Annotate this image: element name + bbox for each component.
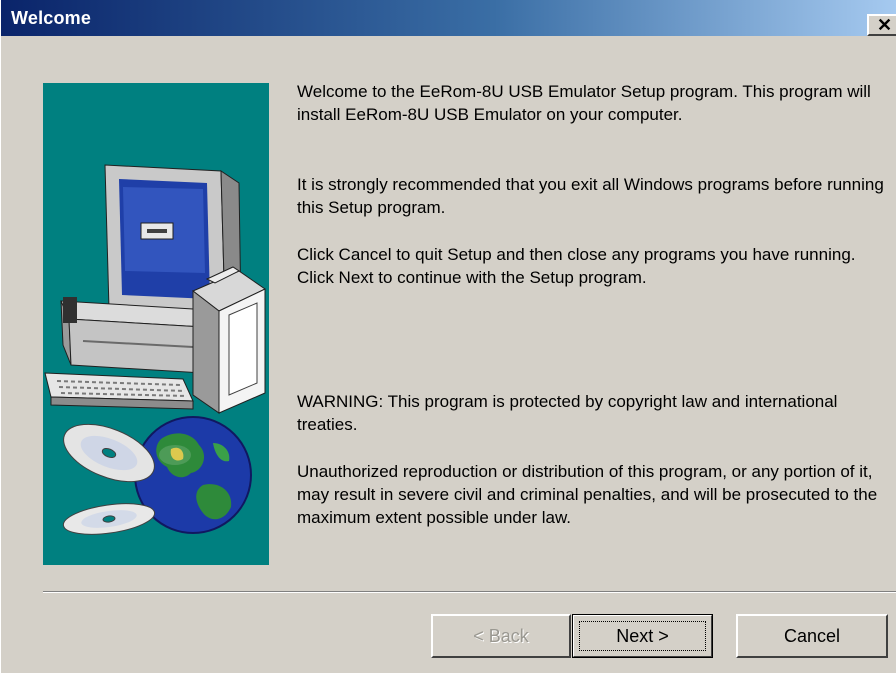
computer-tower-icon xyxy=(60,297,204,374)
back-button[interactable]: < Back xyxy=(431,614,571,658)
setup-dialog: Welcome ✕ Welcome to the EeRom-8U USB Em… xyxy=(0,0,896,673)
title-bar[interactable]: Welcome ✕ xyxy=(1,0,896,36)
software-box-icon xyxy=(192,266,266,414)
close-icon: ✕ xyxy=(877,15,893,35)
illustration-graphic xyxy=(44,164,266,535)
close-button[interactable]: ✕ xyxy=(867,14,896,36)
window-title: Welcome xyxy=(11,8,92,28)
intro-text: Welcome to the EeRom-8U USB Emulator Set… xyxy=(297,82,871,124)
button-divider xyxy=(43,591,896,593)
warning-text: WARNING: This program is protected by co… xyxy=(297,392,838,434)
cd-disc-icon xyxy=(62,423,156,535)
setup-illustration xyxy=(43,83,269,565)
cancel-button[interactable]: Cancel xyxy=(736,614,888,658)
next-button[interactable]: Next > xyxy=(572,614,713,658)
instructions-text: Click Cancel to quit Setup and then clos… xyxy=(297,245,856,287)
recommendation-text: It is strongly recommended that you exit… xyxy=(297,175,884,217)
keyboard-icon xyxy=(44,372,194,410)
legal-text: Unauthorized reproduction or distributio… xyxy=(297,462,878,527)
